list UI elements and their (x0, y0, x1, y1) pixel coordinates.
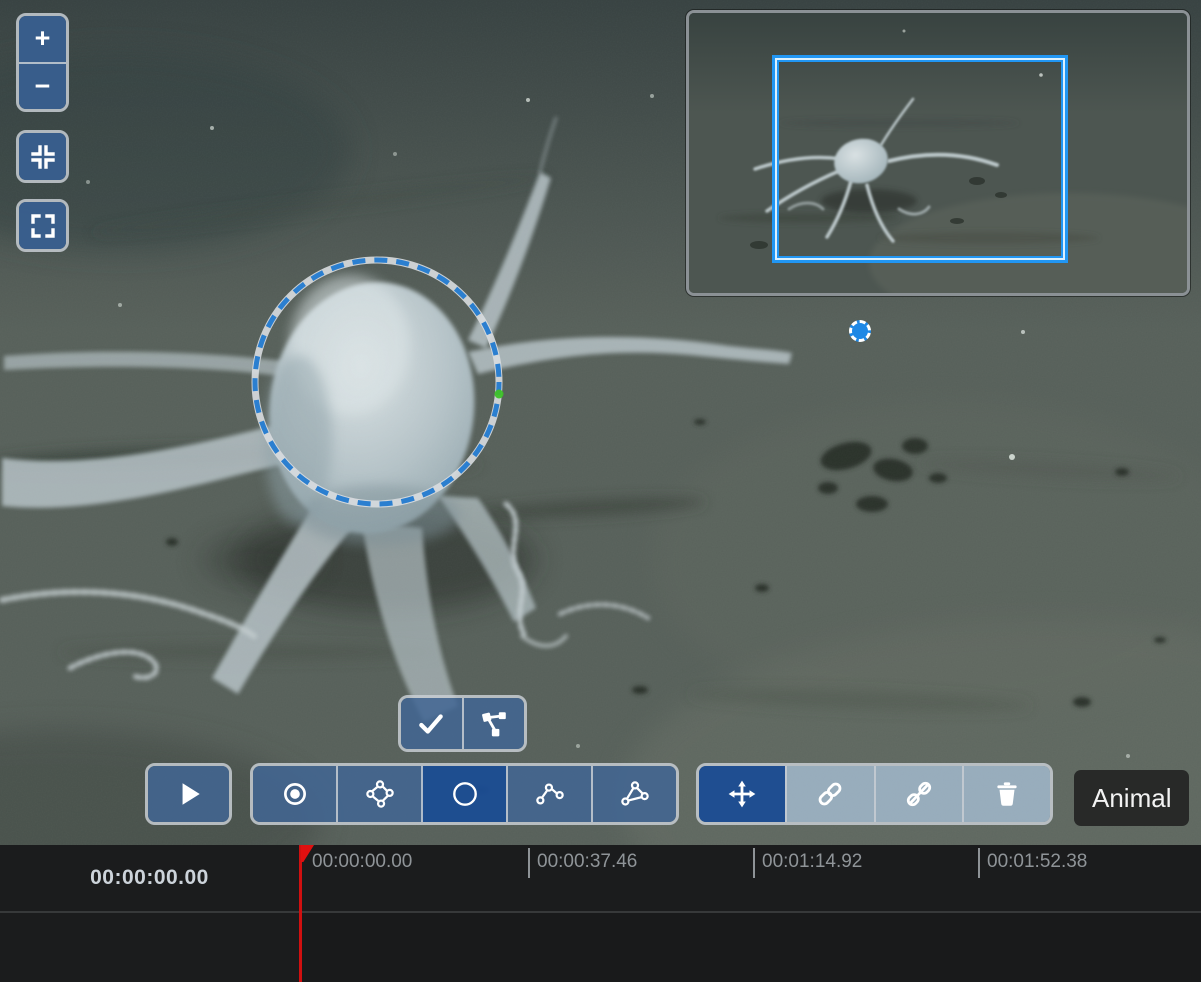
node-graph-icon (479, 709, 509, 739)
timeline-time-panel: 00:00:00.00 (0, 845, 300, 982)
expand-corners-icon (29, 212, 57, 240)
timeline-track[interactable] (300, 913, 1201, 982)
annotation-type-chip[interactable]: Animal (1074, 770, 1189, 826)
minimap[interactable] (686, 10, 1190, 296)
tick-mark (753, 848, 755, 878)
check-icon (416, 709, 446, 739)
circle-tool-button[interactable] (421, 766, 506, 822)
tick-label: 00:01:52.38 (987, 851, 1087, 873)
closed-polyline-tool-button[interactable] (591, 766, 676, 822)
link-button[interactable] (785, 766, 873, 822)
timeline-divider (0, 911, 1201, 913)
minimap-viewport[interactable] (772, 55, 1068, 263)
play-button[interactable] (148, 766, 229, 822)
current-time-display: 00:00:00.00 (0, 845, 299, 911)
annotation-type-label: Animal (1092, 783, 1171, 814)
zoom-in-button[interactable]: + (19, 16, 66, 62)
fullscreen-control (16, 199, 69, 252)
trash-icon (992, 779, 1022, 809)
polygon-tool-icon (365, 779, 395, 809)
move-arrows-icon (727, 779, 757, 809)
point-tool-icon (280, 779, 310, 809)
annotation-head-point[interactable] (495, 390, 504, 399)
polygon-tool-button[interactable] (336, 766, 421, 822)
polyline-tool-icon (535, 779, 565, 809)
tick-mark (528, 848, 530, 878)
tick-label: 00:00:37.46 (537, 851, 637, 873)
circle-tool-icon (450, 779, 480, 809)
unlink-icon (904, 779, 934, 809)
reset-zoom-button[interactable] (19, 133, 66, 180)
tick-label: 00:00:00.00 (312, 851, 412, 873)
draw-tools-toolbar (250, 763, 679, 825)
edit-confirm-toolbar (398, 695, 527, 752)
playhead[interactable] (299, 845, 302, 982)
play-icon (174, 779, 204, 809)
tick-mark (978, 848, 980, 878)
confirm-button[interactable] (401, 698, 462, 749)
playback-toolbar (145, 763, 232, 825)
edit-actions-toolbar (696, 763, 1053, 825)
link-icon (815, 779, 845, 809)
timeline: 00:00:00.00 00:00:00.00 00:00:37.46 00:0… (0, 845, 1201, 982)
move-button[interactable] (699, 766, 785, 822)
fullscreen-button[interactable] (19, 202, 66, 249)
point-tool-button[interactable] (253, 766, 336, 822)
compress-arrows-icon (29, 143, 57, 171)
timeline-ruler[interactable]: 00:00:00.00 00:00:37.46 00:01:14.92 00:0… (300, 845, 1201, 911)
annotation-point-marker[interactable] (849, 320, 871, 342)
annotation-app: + − (0, 0, 1201, 982)
video-frame[interactable]: + − (0, 0, 1201, 845)
delete-button[interactable] (962, 766, 1050, 822)
closed-polyline-tool-icon (620, 779, 650, 809)
polyline-tool-button[interactable] (506, 766, 591, 822)
reset-zoom-control (16, 130, 69, 183)
zoom-out-button[interactable]: − (19, 62, 66, 110)
unlink-button[interactable] (874, 766, 962, 822)
tick-label: 00:01:14.92 (762, 851, 862, 873)
zoom-controls: + − (16, 13, 69, 112)
nodes-button[interactable] (462, 698, 525, 749)
